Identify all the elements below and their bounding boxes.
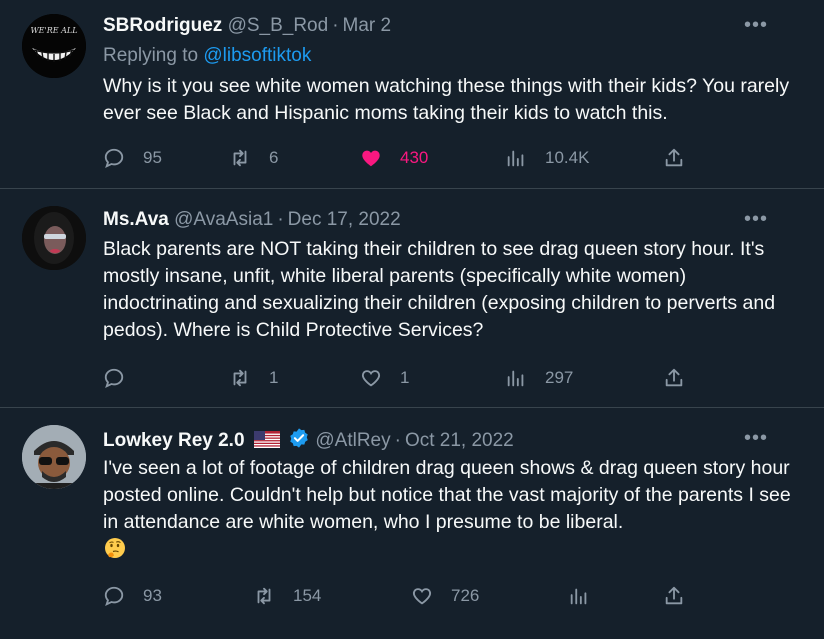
views-icon <box>507 150 524 167</box>
retweet-count: 6 <box>269 148 279 167</box>
tweet-date[interactable]: Mar 2 <box>343 15 392 36</box>
retweet-count: 154 <box>293 586 322 605</box>
more-options-button[interactable]: ••• <box>744 14 768 36</box>
views-button[interactable] <box>568 582 608 610</box>
tweet-header: SBRodriguez @S_B_Rod · Mar 2 ••• <box>103 14 794 38</box>
tweet-text-container: I've seen a lot of footage of children d… <box>103 455 803 564</box>
reply-icon <box>104 148 124 168</box>
retweet-button[interactable]: 1 <box>229 364 278 392</box>
mad-hatter-avatar-icon: WE'RE ALL <box>22 14 86 78</box>
display-name[interactable]: SBRodriguez <box>103 15 222 36</box>
replying-to-label: Replying to <box>103 45 199 66</box>
separator-dot: · <box>332 15 339 36</box>
reply-icon <box>104 368 124 388</box>
share-icon <box>665 368 683 387</box>
retweet-button[interactable]: 6 <box>229 144 278 172</box>
like-count: 430 <box>400 148 429 167</box>
views-count: 297 <box>545 368 574 387</box>
display-name[interactable]: Lowkey Rey 2.0 <box>103 430 245 451</box>
reply-count: 95 <box>143 148 162 167</box>
heart-icon <box>361 370 381 387</box>
share-button[interactable] <box>663 144 685 172</box>
user-handle[interactable]: @S_B_Rod <box>228 15 329 36</box>
views-button[interactable]: 297 <box>505 364 573 392</box>
person-photo-icon <box>22 425 86 489</box>
tweet-text: Black parents are NOT taking their child… <box>103 238 776 341</box>
reply-button[interactable]: 93 <box>103 582 162 610</box>
heart-icon <box>362 150 380 167</box>
avatar[interactable] <box>22 425 86 489</box>
heart-icon <box>412 588 432 605</box>
user-handle[interactable]: @AvaAsia1 <box>174 209 273 230</box>
share-icon <box>665 586 683 605</box>
tweet-header: Lowkey Rey 2.0 @AtlRey · Oct 21, 2022 ••• <box>103 427 794 451</box>
more-options-button[interactable]: ••• <box>744 427 768 449</box>
tweet-sbrodriguez[interactable]: WE'RE ALL SBRodriguez @S_B_Rod · Mar 2 •••… <box>0 0 824 189</box>
views-icon <box>570 588 587 605</box>
more-options-button[interactable]: ••• <box>744 208 768 230</box>
tweet-actions: 93 154 726 <box>103 582 703 610</box>
like-button[interactable]: 726 <box>411 582 479 610</box>
views-button[interactable]: 10.4K <box>505 144 589 172</box>
reply-button[interactable]: 95 <box>103 144 162 172</box>
retweet-icon <box>233 149 247 167</box>
avatar[interactable] <box>22 206 86 270</box>
views-icon <box>507 370 524 387</box>
retweet-count: 1 <box>269 368 279 387</box>
tweet-ms-ava[interactable]: Ms.Ava @AvaAsia1 · Dec 17, 2022 ••• Black … <box>0 189 824 408</box>
share-icon <box>665 148 683 167</box>
replying-to-line: Replying to @libsoftiktok <box>103 44 311 68</box>
mention-link[interactable]: @libsoftiktok <box>203 45 311 66</box>
us-flag-icon <box>253 431 280 448</box>
tweet-lowkey-rey[interactable]: Lowkey Rey 2.0 @AtlRey · Oct 21, 2022 ••• … <box>0 408 824 639</box>
reply-feed: WE'RE ALL SBRodriguez @S_B_Rod · Mar 2 •••… <box>0 0 824 639</box>
tweet-date[interactable]: Dec 17, 2022 <box>288 209 401 230</box>
share-button[interactable] <box>663 364 685 392</box>
share-button[interactable] <box>663 582 685 610</box>
retweet-button[interactable]: 154 <box>253 582 321 610</box>
tweet-actions: 95 6 430 10.4K <box>103 144 703 172</box>
retweet-icon <box>233 369 247 387</box>
like-button[interactable]: 430 <box>360 144 428 172</box>
tweet-text: Why is it you see white women watching t… <box>103 75 790 124</box>
views-count: 10.4K <box>545 148 590 167</box>
separator-dot: · <box>277 209 284 230</box>
display-name[interactable]: Ms.Ava <box>103 209 169 230</box>
separator-dot: · <box>394 430 401 451</box>
like-button[interactable]: 1 <box>360 364 409 392</box>
like-count: 1 <box>400 368 410 387</box>
retweet-icon <box>257 587 271 605</box>
user-handle[interactable]: @AtlRey <box>315 430 390 451</box>
reply-icon <box>104 586 124 606</box>
tweet-text: I've seen a lot of footage of children d… <box>103 457 791 533</box>
tweet-date[interactable]: Oct 21, 2022 <box>405 430 514 451</box>
tweet-actions: 1 1 297 <box>103 364 703 392</box>
avatar-lettering: WE'RE ALL <box>30 26 77 35</box>
tweet-header: Ms.Ava @AvaAsia1 · Dec 17, 2022 ••• <box>103 208 794 232</box>
person-photo-icon <box>22 206 86 270</box>
reply-count: 93 <box>143 586 162 605</box>
like-count: 726 <box>451 586 480 605</box>
thinking-face-icon <box>105 538 125 558</box>
avatar[interactable]: WE'RE ALL <box>22 14 86 78</box>
reply-button[interactable] <box>103 364 143 392</box>
verified-badge-icon[interactable] <box>288 427 310 449</box>
